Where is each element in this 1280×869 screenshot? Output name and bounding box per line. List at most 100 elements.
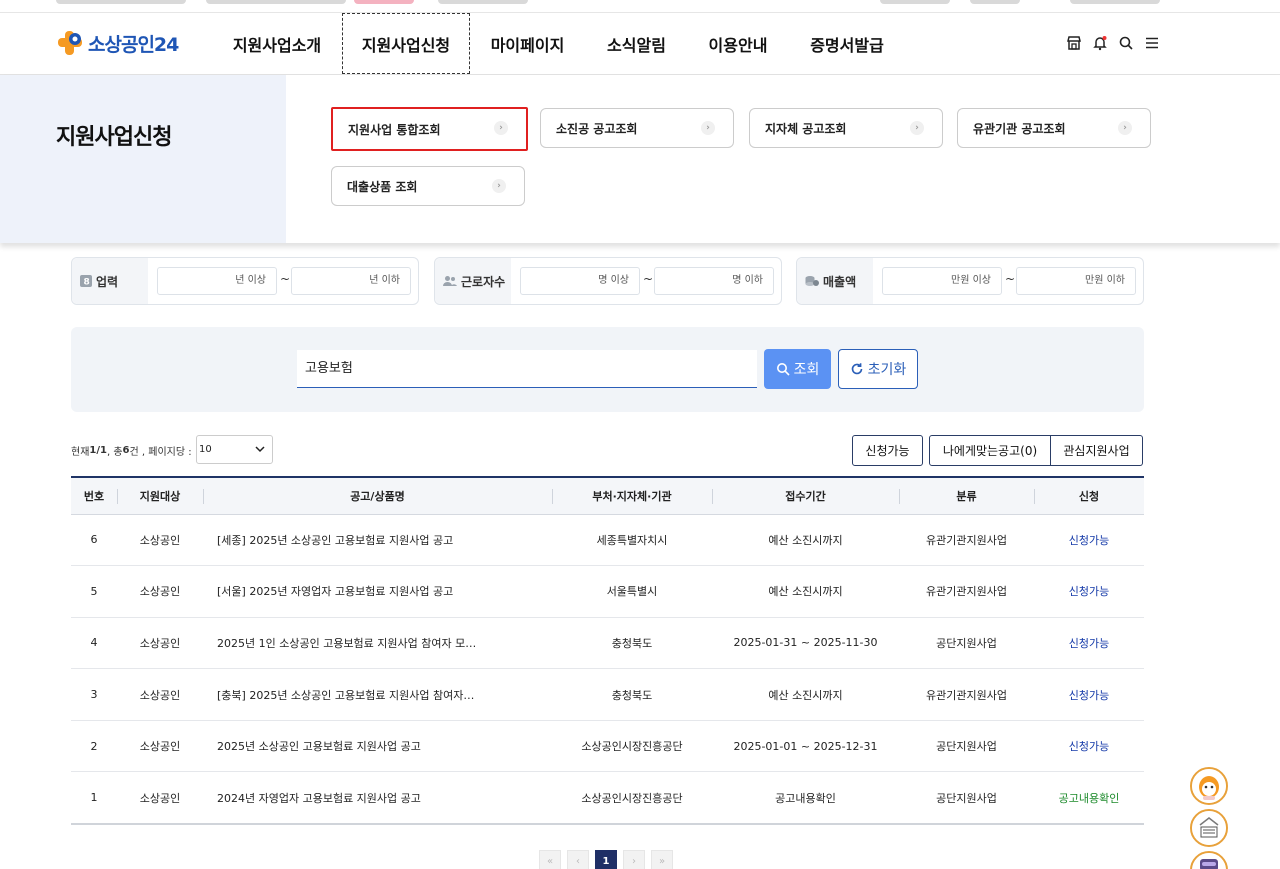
reset-button[interactable]: 초기화 [838, 349, 918, 389]
first-page-icon[interactable]: « [539, 850, 561, 869]
row-period: 2025-01-31 ~ 2025-11-30 [733, 636, 878, 650]
submenu-sojingong-notice[interactable]: 소진공 공고조회 › [540, 108, 734, 148]
table-header-row: 번호 지원대상 공고/상품명 부처·지자체·기관 접수기간 분류 신청 [71, 477, 1144, 514]
row-number: 2 [90, 739, 98, 753]
last-page-icon[interactable]: » [651, 850, 673, 869]
row-target: 소상공인 [139, 533, 181, 547]
tab-matched-notices[interactable]: 나에게맞는공고(0) [929, 435, 1051, 466]
filter-label-text: 업력 [96, 274, 119, 289]
page-number[interactable]: 1 [595, 850, 617, 869]
search-input[interactable]: 고용보험 [297, 350, 757, 388]
submenu-local-gov-notice[interactable]: 지자체 공고조회 › [749, 108, 943, 148]
nav-guide[interactable]: 이용안내 [688, 13, 788, 74]
page-size-select[interactable]: 10 [196, 435, 273, 464]
nav-certificate[interactable]: 증명서발급 [788, 13, 906, 74]
nav-support-intro[interactable]: 지원사업소개 [212, 13, 342, 74]
nav-news[interactable]: 소식알림 [585, 13, 688, 74]
chevron-right-icon: › [701, 121, 715, 135]
table-row: 1 소상공인 2024년 자영업자 고용보험료 지원사업 공고 소상공인시장진흥… [71, 772, 1144, 824]
refresh-icon [851, 363, 862, 375]
row-agency: 충청북도 [611, 636, 653, 650]
summary-total: 6 [122, 445, 130, 456]
nav-support-apply[interactable]: 지원사업신청 [342, 13, 470, 74]
row-period: 공고내용확인 [775, 791, 836, 805]
tab-interest-programs[interactable]: 관심지원사업 [1051, 435, 1143, 466]
row-category: 유관기관지원사업 [926, 533, 1007, 547]
site-header: 소상공인24 지원사업소개 지원사업신청 마이페이지 소식알림 이용안내 증명서… [0, 13, 1280, 75]
row-apply-status[interactable]: 신청가능 [1034, 617, 1144, 669]
business-years-max-input[interactable]: 년 이하 [291, 267, 411, 295]
row-agency: 충청북도 [611, 688, 653, 702]
row-period: 예산 소진시까지 [768, 688, 843, 702]
employees-min-input[interactable]: 명 이상 [520, 267, 640, 295]
nav-mypage[interactable]: 마이페이지 [470, 13, 585, 74]
bell-icon[interactable] [1092, 35, 1108, 51]
business-years-min-input[interactable]: 년 이상 [157, 267, 277, 295]
row-apply-status[interactable]: 공고내용확인 [1034, 772, 1144, 824]
store-icon[interactable] [1066, 35, 1082, 51]
submenu-integrated-search[interactable]: 지원사업 통합조회 › [331, 107, 528, 151]
row-number: 1 [90, 791, 98, 805]
row-apply-status[interactable]: 신청가능 [1034, 514, 1144, 566]
filter-employees: 근로자수 명 이상 ~ 명 이하 [434, 257, 782, 305]
search-button[interactable]: 조회 [764, 349, 831, 389]
employees-max-input[interactable]: 명 이하 [654, 267, 774, 295]
filter-revenue: 매출액 만원 이상 ~ 만원 이하 [796, 257, 1144, 305]
search-icon[interactable] [1118, 35, 1134, 51]
col-agency: 부처·지자체·기관 [552, 477, 712, 514]
main-nav: 지원사업소개 지원사업신청 마이페이지 소식알림 이용안내 증명서발급 [212, 13, 906, 74]
next-page-icon[interactable]: › [623, 850, 645, 869]
row-target: 소상공인 [139, 636, 181, 650]
row-title-link[interactable]: 2025년 소상공인 고용보험료 지원사업 공고 [203, 720, 552, 772]
row-apply-status[interactable]: 신청가능 [1034, 566, 1144, 618]
site-logo[interactable]: 소상공인24 [56, 29, 179, 57]
submenu-label: 유관기관 공고조회 [973, 121, 1066, 136]
row-title-link[interactable]: 2025년 1인 소상공인 고용보험료 지원사업 참여자 모… [203, 617, 552, 669]
results-table: 번호 지원대상 공고/상품명 부처·지자체·기관 접수기간 분류 신청 6 소상… [71, 476, 1144, 825]
filter-label-revenue: 매출액 [797, 258, 873, 304]
row-category: 공단지원사업 [936, 791, 997, 805]
row-category: 공단지원사업 [936, 636, 997, 650]
row-title-link[interactable]: [서울] 2025년 자영업자 고용보험료 지원사업 공고 [203, 566, 552, 618]
menu-icon[interactable] [1144, 35, 1160, 51]
chevron-right-icon: › [494, 121, 508, 135]
summary-mid: , 총 [106, 447, 123, 458]
summary-page: 1/1 [89, 445, 107, 456]
chevron-right-icon: › [910, 121, 924, 135]
row-title-link[interactable]: [세종] 2025년 소상공인 고용보험료 지원사업 공고 [203, 514, 552, 566]
chatbot-mascot-icon[interactable] [1190, 767, 1228, 805]
row-apply-status[interactable]: 신청가능 [1034, 669, 1144, 721]
contract-manager-icon[interactable] [1190, 809, 1228, 847]
prev-page-icon[interactable]: ‹ [567, 850, 589, 869]
row-title-link[interactable]: [충북] 2025년 소상공인 고용보험료 지원사업 참여자… [203, 669, 552, 721]
col-title: 공고/상품명 [203, 477, 552, 514]
table-row: 2 소상공인 2025년 소상공인 고용보험료 지원사업 공고 소상공인시장진흥… [71, 720, 1144, 772]
chevron-down-icon [255, 446, 265, 453]
filter-label-text: 근로자수 [461, 274, 506, 289]
row-period: 예산 소진시까지 [768, 585, 843, 599]
row-category: 유관기관지원사업 [926, 688, 1007, 702]
range-separator: ~ [1005, 272, 1016, 286]
revenue-min-input[interactable]: 만원 이상 [882, 267, 1002, 295]
chevron-right-icon: › [492, 179, 506, 193]
submenu-loan-products[interactable]: 대출상품 조회 › [331, 166, 525, 206]
search-panel: 고용보험 조회 초기화 [71, 327, 1144, 412]
summary-prefix: 현재 [71, 447, 90, 458]
calendar-icon: 8 [80, 275, 92, 287]
mascot-icon [1192, 769, 1226, 803]
submenu-related-org-notice[interactable]: 유관기관 공고조회 › [957, 108, 1151, 148]
tab-applicable[interactable]: 신청가능 [852, 435, 923, 466]
revenue-max-input[interactable]: 만원 이하 [1016, 267, 1136, 295]
row-agency: 소상공인시장진흥공단 [581, 740, 683, 754]
range-separator: ~ [280, 272, 291, 286]
col-target: 지원대상 [117, 477, 203, 514]
row-title-link[interactable]: 2024년 자영업자 고용보험료 지원사업 공고 [203, 772, 552, 824]
pagination: « ‹ 1 › » [539, 850, 673, 869]
table-row: 4 소상공인 2025년 1인 소상공인 고용보험료 지원사업 참여자 모… 충… [71, 617, 1144, 669]
col-number: 번호 [83, 489, 105, 503]
row-period: 예산 소진시까지 [768, 533, 843, 547]
result-summary: 현재 1/1 , 총 6건 , 페이지당 : [71, 443, 192, 458]
widget-icon[interactable] [1190, 851, 1228, 869]
row-apply-status[interactable]: 신청가능 [1034, 720, 1144, 772]
row-agency: 서울특별시 [606, 585, 658, 599]
